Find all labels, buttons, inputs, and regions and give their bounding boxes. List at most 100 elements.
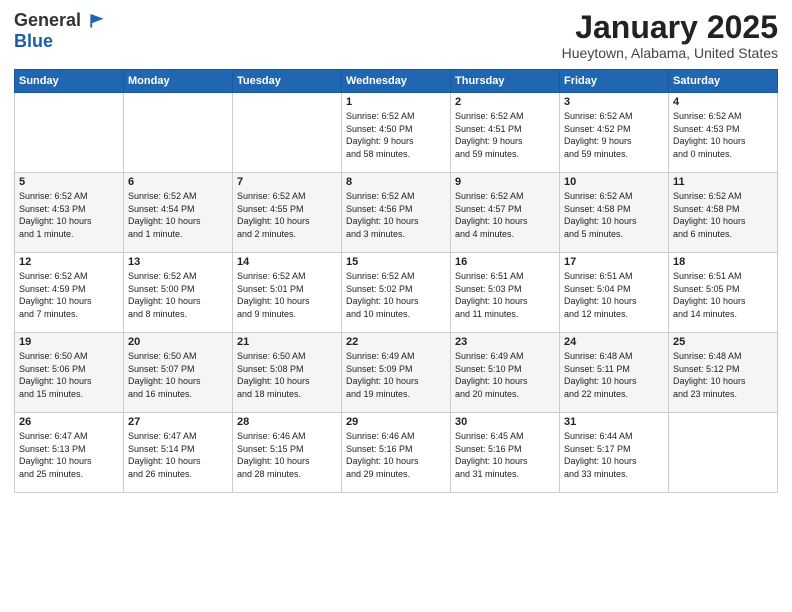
day-number: 14 [237, 256, 337, 268]
day-info: Sunrise: 6:52 AMSunset: 4:59 PMDaylight:… [19, 270, 119, 320]
weekday-header-sunday: Sunday [15, 70, 124, 93]
day-number: 19 [19, 336, 119, 348]
day-number: 15 [346, 256, 446, 268]
day-number: 12 [19, 256, 119, 268]
week-row-4: 19Sunrise: 6:50 AMSunset: 5:06 PMDayligh… [15, 333, 778, 413]
calendar-cell: 25 Sunrise: 6:48 AMSunset: 5:12 PMDayligh… [669, 333, 778, 413]
day-info: Sunrise: 6:46 AMSunset: 5:15 PMDaylight:… [237, 430, 337, 480]
day-info: Sunrise: 6:47 AMSunset: 5:14 PMDaylight:… [128, 430, 228, 480]
calendar-cell: 8 Sunrise: 6:52 AMSunset: 4:56 PMDaylight… [342, 173, 451, 253]
calendar-title: January 2025 [562, 10, 778, 45]
day-number: 25 [673, 336, 773, 348]
weekday-header-tuesday: Tuesday [233, 70, 342, 93]
day-number: 30 [455, 416, 555, 428]
day-number: 8 [346, 176, 446, 188]
day-info: Sunrise: 6:46 AMSunset: 5:16 PMDaylight:… [346, 430, 446, 480]
day-number: 24 [564, 336, 664, 348]
day-number: 4 [673, 96, 773, 108]
weekday-header-friday: Friday [560, 70, 669, 93]
weekday-header-thursday: Thursday [451, 70, 560, 93]
day-info: Sunrise: 6:51 AMSunset: 5:04 PMDaylight:… [564, 270, 664, 320]
day-number: 26 [19, 416, 119, 428]
day-number: 23 [455, 336, 555, 348]
calendar-cell: 28 Sunrise: 6:46 AMSunset: 5:15 PMDayligh… [233, 413, 342, 493]
calendar-cell: 30 Sunrise: 6:45 AMSunset: 5:16 PMDayligh… [451, 413, 560, 493]
calendar-page: General Blue January 2025 Hueytown, Alab… [0, 0, 792, 612]
day-info: Sunrise: 6:52 AMSunset: 4:54 PMDaylight:… [128, 190, 228, 240]
calendar-cell: 16 Sunrise: 6:51 AMSunset: 5:03 PMDayligh… [451, 253, 560, 333]
calendar-cell: 24 Sunrise: 6:48 AMSunset: 5:11 PMDayligh… [560, 333, 669, 413]
day-info: Sunrise: 6:52 AMSunset: 5:02 PMDaylight:… [346, 270, 446, 320]
day-info: Sunrise: 6:52 AMSunset: 4:58 PMDaylight:… [564, 190, 664, 240]
calendar-cell: 9Sunrise: 6:52 AMSunset: 4:57 PMDaylight… [451, 173, 560, 253]
day-number: 16 [455, 256, 555, 268]
calendar-cell: 13 Sunrise: 6:52 AMSunset: 5:00 PMDayligh… [124, 253, 233, 333]
day-info: Sunrise: 6:49 AMSunset: 5:10 PMDaylight:… [455, 350, 555, 400]
calendar-cell: 12 Sunrise: 6:52 AMSunset: 4:59 PMDayligh… [15, 253, 124, 333]
day-number: 28 [237, 416, 337, 428]
day-info: Sunrise: 6:52 AMSunset: 4:51 PMDaylight:… [455, 110, 555, 160]
day-info: Sunrise: 6:52 AMSunset: 5:00 PMDaylight:… [128, 270, 228, 320]
logo: General Blue [14, 10, 105, 52]
day-number: 1 [346, 96, 446, 108]
calendar-cell: 29 Sunrise: 6:46 AMSunset: 5:16 PMDayligh… [342, 413, 451, 493]
calendar-cell: 21 Sunrise: 6:50 AMSunset: 5:08 PMDayligh… [233, 333, 342, 413]
day-number: 7 [237, 176, 337, 188]
calendar-cell: 14 Sunrise: 6:52 AMSunset: 5:01 PMDayligh… [233, 253, 342, 333]
day-number: 21 [237, 336, 337, 348]
weekday-header-row: SundayMondayTuesdayWednesdayThursdayFrid… [15, 70, 778, 93]
day-info: Sunrise: 6:50 AMSunset: 5:08 PMDaylight:… [237, 350, 337, 400]
week-row-3: 12 Sunrise: 6:52 AMSunset: 4:59 PMDayligh… [15, 253, 778, 333]
calendar-cell: 27 Sunrise: 6:47 AMSunset: 5:14 PMDayligh… [124, 413, 233, 493]
calendar-cell: 18Sunrise: 6:51 AMSunset: 5:05 PMDayligh… [669, 253, 778, 333]
calendar-cell: 10 Sunrise: 6:52 AMSunset: 4:58 PMDayligh… [560, 173, 669, 253]
calendar-cell: 17Sunrise: 6:51 AMSunset: 5:04 PMDayligh… [560, 253, 669, 333]
day-info: Sunrise: 6:50 AMSunset: 5:07 PMDaylight:… [128, 350, 228, 400]
calendar-cell: 15 Sunrise: 6:52 AMSunset: 5:02 PMDayligh… [342, 253, 451, 333]
calendar-cell [124, 93, 233, 173]
calendar-cell: 31 Sunrise: 6:44 AMSunset: 5:17 PMDayligh… [560, 413, 669, 493]
day-info: Sunrise: 6:44 AMSunset: 5:17 PMDaylight:… [564, 430, 664, 480]
day-number: 29 [346, 416, 446, 428]
day-info: Sunrise: 6:45 AMSunset: 5:16 PMDaylight:… [455, 430, 555, 480]
weekday-header-monday: Monday [124, 70, 233, 93]
day-number: 31 [564, 416, 664, 428]
logo-general-text: General [14, 11, 81, 31]
week-row-2: 5 Sunrise: 6:52 AMSunset: 4:53 PMDaylight… [15, 173, 778, 253]
calendar-table: SundayMondayTuesdayWednesdayThursdayFrid… [14, 69, 778, 493]
day-info: Sunrise: 6:51 AMSunset: 5:03 PMDaylight:… [455, 270, 555, 320]
calendar-cell [233, 93, 342, 173]
calendar-cell: 2Sunrise: 6:52 AMSunset: 4:51 PMDaylight… [451, 93, 560, 173]
day-info: Sunrise: 6:52 AMSunset: 4:50 PMDaylight:… [346, 110, 446, 160]
title-block: January 2025 Hueytown, Alabama, United S… [562, 10, 778, 61]
day-info: Sunrise: 6:52 AMSunset: 4:56 PMDaylight:… [346, 190, 446, 240]
day-number: 5 [19, 176, 119, 188]
day-number: 27 [128, 416, 228, 428]
day-number: 13 [128, 256, 228, 268]
calendar-cell: 20 Sunrise: 6:50 AMSunset: 5:07 PMDayligh… [124, 333, 233, 413]
calendar-cell: 23 Sunrise: 6:49 AMSunset: 5:10 PMDayligh… [451, 333, 560, 413]
calendar-cell: 11 Sunrise: 6:52 AMSunset: 4:58 PMDayligh… [669, 173, 778, 253]
day-info: Sunrise: 6:52 AMSunset: 4:52 PMDaylight:… [564, 110, 664, 160]
day-info: Sunrise: 6:52 AMSunset: 4:58 PMDaylight:… [673, 190, 773, 240]
day-info: Sunrise: 6:48 AMSunset: 5:11 PMDaylight:… [564, 350, 664, 400]
calendar-cell: 26Sunrise: 6:47 AMSunset: 5:13 PMDayligh… [15, 413, 124, 493]
day-number: 20 [128, 336, 228, 348]
day-info: Sunrise: 6:52 AMSunset: 5:01 PMDaylight:… [237, 270, 337, 320]
day-number: 11 [673, 176, 773, 188]
day-number: 3 [564, 96, 664, 108]
logo-flag-icon [83, 10, 105, 32]
calendar-cell [669, 413, 778, 493]
day-info: Sunrise: 6:52 AMSunset: 4:55 PMDaylight:… [237, 190, 337, 240]
day-number: 9 [455, 176, 555, 188]
day-info: Sunrise: 6:48 AMSunset: 5:12 PMDaylight:… [673, 350, 773, 400]
calendar-cell [15, 93, 124, 173]
weekday-header-wednesday: Wednesday [342, 70, 451, 93]
day-info: Sunrise: 6:52 AMSunset: 4:53 PMDaylight:… [19, 190, 119, 240]
day-number: 10 [564, 176, 664, 188]
calendar-cell: 5 Sunrise: 6:52 AMSunset: 4:53 PMDaylight… [15, 173, 124, 253]
day-number: 18 [673, 256, 773, 268]
logo-blue-text: Blue [14, 32, 105, 52]
day-info: Sunrise: 6:49 AMSunset: 5:09 PMDaylight:… [346, 350, 446, 400]
calendar-subtitle: Hueytown, Alabama, United States [562, 45, 778, 61]
